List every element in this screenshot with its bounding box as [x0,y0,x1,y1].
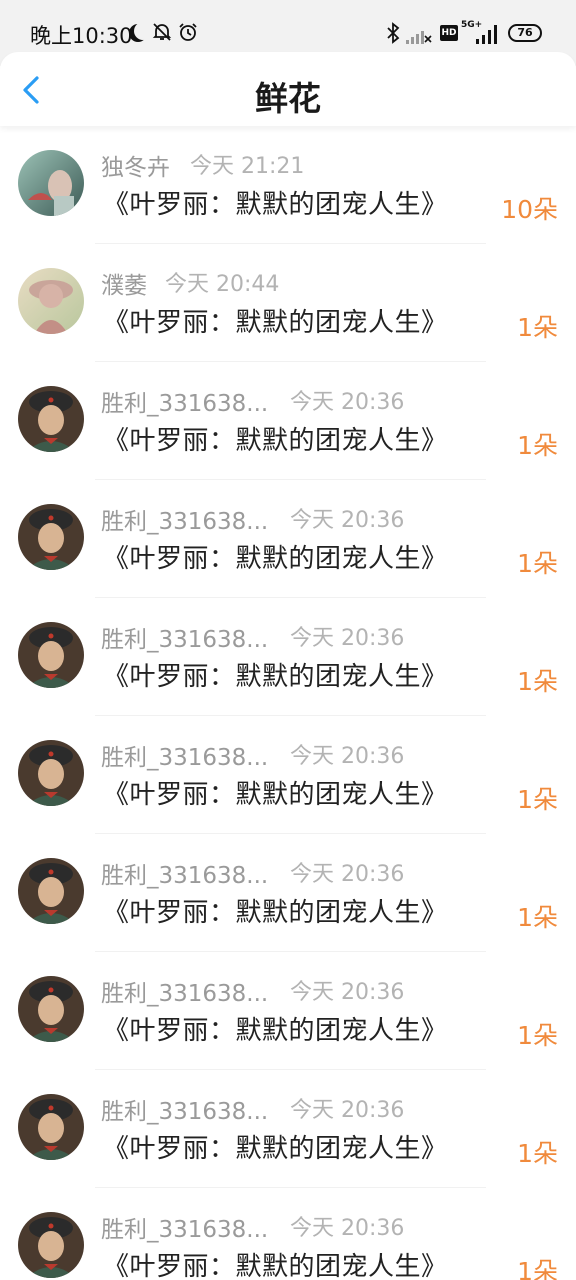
time-text: 今天 20:36 [290,626,405,651]
time-text: 今天 20:36 [290,862,405,887]
user-name[interactable]: 濮萎 [101,266,147,300]
book-title[interactable]: 《叶罗丽：默默的团宠人生》 [103,1246,448,1280]
bluetooth-icon [387,22,400,44]
flower-count: 1朵 [517,1139,558,1168]
flower-count: 1朵 [517,549,558,578]
flower-count: 10朵 [501,195,558,224]
list-item[interactable]: 胜利_331638... 今天 20:36 《叶罗丽：默默的团宠人生》 1朵 [0,1188,576,1280]
alarm-icon [179,23,197,41]
list-item[interactable]: 胜利_331638... 今天 20:36 《叶罗丽：默默的团宠人生》 1朵 [0,362,576,480]
time-text: 今天 20:36 [290,1098,405,1123]
list-item[interactable]: 濮萎 今天 20:44 《叶罗丽：默默的团宠人生》 1朵 [0,244,576,362]
book-title[interactable]: 《叶罗丽：默默的团宠人生》 [103,1010,448,1047]
bell-off-icon [152,23,172,41]
list-item[interactable]: 独冬卉 今天 21:21 《叶罗丽：默默的团宠人生》 10朵 [0,126,576,244]
avatar[interactable] [18,504,84,570]
user-name[interactable]: 胜利_331638... [101,384,268,418]
book-title[interactable]: 《叶罗丽：默默的团宠人生》 [103,656,448,693]
user-name[interactable]: 胜利_331638... [101,620,268,654]
book-title[interactable]: 《叶罗丽：默默的团宠人生》 [103,892,448,929]
time-text: 今天 20:36 [290,390,405,415]
time-text: 今天 20:36 [290,1216,405,1241]
list-item[interactable]: 胜利_331638... 今天 20:36 《叶罗丽：默默的团宠人生》 1朵 [0,716,576,834]
signal-weak-icon [406,31,432,44]
avatar[interactable] [18,976,84,1042]
user-name[interactable]: 胜利_331638... [101,1092,268,1126]
book-title[interactable]: 《叶罗丽：默默的团宠人生》 [103,420,448,457]
user-name[interactable]: 胜利_331638... [101,738,268,772]
header-bar: 鲜花 [0,52,576,126]
flower-count: 1朵 [517,785,558,814]
book-title[interactable]: 《叶罗丽：默默的团宠人生》 [103,774,448,811]
avatar[interactable] [18,150,84,216]
list-item[interactable]: 胜利_331638... 今天 20:36 《叶罗丽：默默的团宠人生》 1朵 [0,834,576,952]
time-text: 今天 20:44 [165,272,280,297]
avatar[interactable] [18,1212,84,1278]
flower-list: 独冬卉 今天 21:21 《叶罗丽：默默的团宠人生》 10朵濮萎 今天 20:44 《叶罗… [0,126,576,1280]
page-title: 鲜花 [255,79,321,118]
status-time: 晚上10:30 [30,24,133,48]
avatar[interactable] [18,858,84,924]
avatar[interactable] [18,386,84,452]
flower-count: 1朵 [517,903,558,932]
signal-icon [476,25,497,44]
user-name[interactable]: 胜利_331638... [101,1210,268,1244]
time-text: 今天 20:36 [290,980,405,1005]
flower-count: 1朵 [517,1021,558,1050]
avatar[interactable] [18,1094,84,1160]
book-title[interactable]: 《叶罗丽：默默的团宠人生》 [103,184,448,221]
list-item[interactable]: 胜利_331638... 今天 20:36 《叶罗丽：默默的团宠人生》 1朵 [0,952,576,1070]
avatar[interactable] [18,268,84,334]
hd-badge: HD [440,25,458,41]
user-name[interactable]: 胜利_331638... [101,974,268,1008]
avatar[interactable] [18,740,84,806]
avatar[interactable] [18,622,84,688]
time-text: 今天 20:36 [290,744,405,769]
flower-count: 1朵 [517,431,558,460]
time-text: 今天 20:36 [290,508,405,533]
battery-icon: 76 [508,24,542,42]
moon-icon [134,22,152,40]
user-name[interactable]: 胜利_331638... [101,502,268,536]
list-item[interactable]: 胜利_331638... 今天 20:36 《叶罗丽：默默的团宠人生》 1朵 [0,598,576,716]
flower-count: 1朵 [517,313,558,342]
time-text: 今天 21:21 [190,154,305,179]
flower-count: 1朵 [517,1257,558,1280]
list-item[interactable]: 胜利_331638... 今天 20:36 《叶罗丽：默默的团宠人生》 1朵 [0,480,576,598]
flower-count: 1朵 [517,667,558,696]
book-title[interactable]: 《叶罗丽：默默的团宠人生》 [103,538,448,575]
user-name[interactable]: 胜利_331638... [101,856,268,890]
list-item[interactable]: 胜利_331638... 今天 20:36 《叶罗丽：默默的团宠人生》 1朵 [0,1070,576,1188]
book-title[interactable]: 《叶罗丽：默默的团宠人生》 [103,1128,448,1165]
book-title[interactable]: 《叶罗丽：默默的团宠人生》 [103,302,448,339]
user-name[interactable]: 独冬卉 [101,148,170,182]
